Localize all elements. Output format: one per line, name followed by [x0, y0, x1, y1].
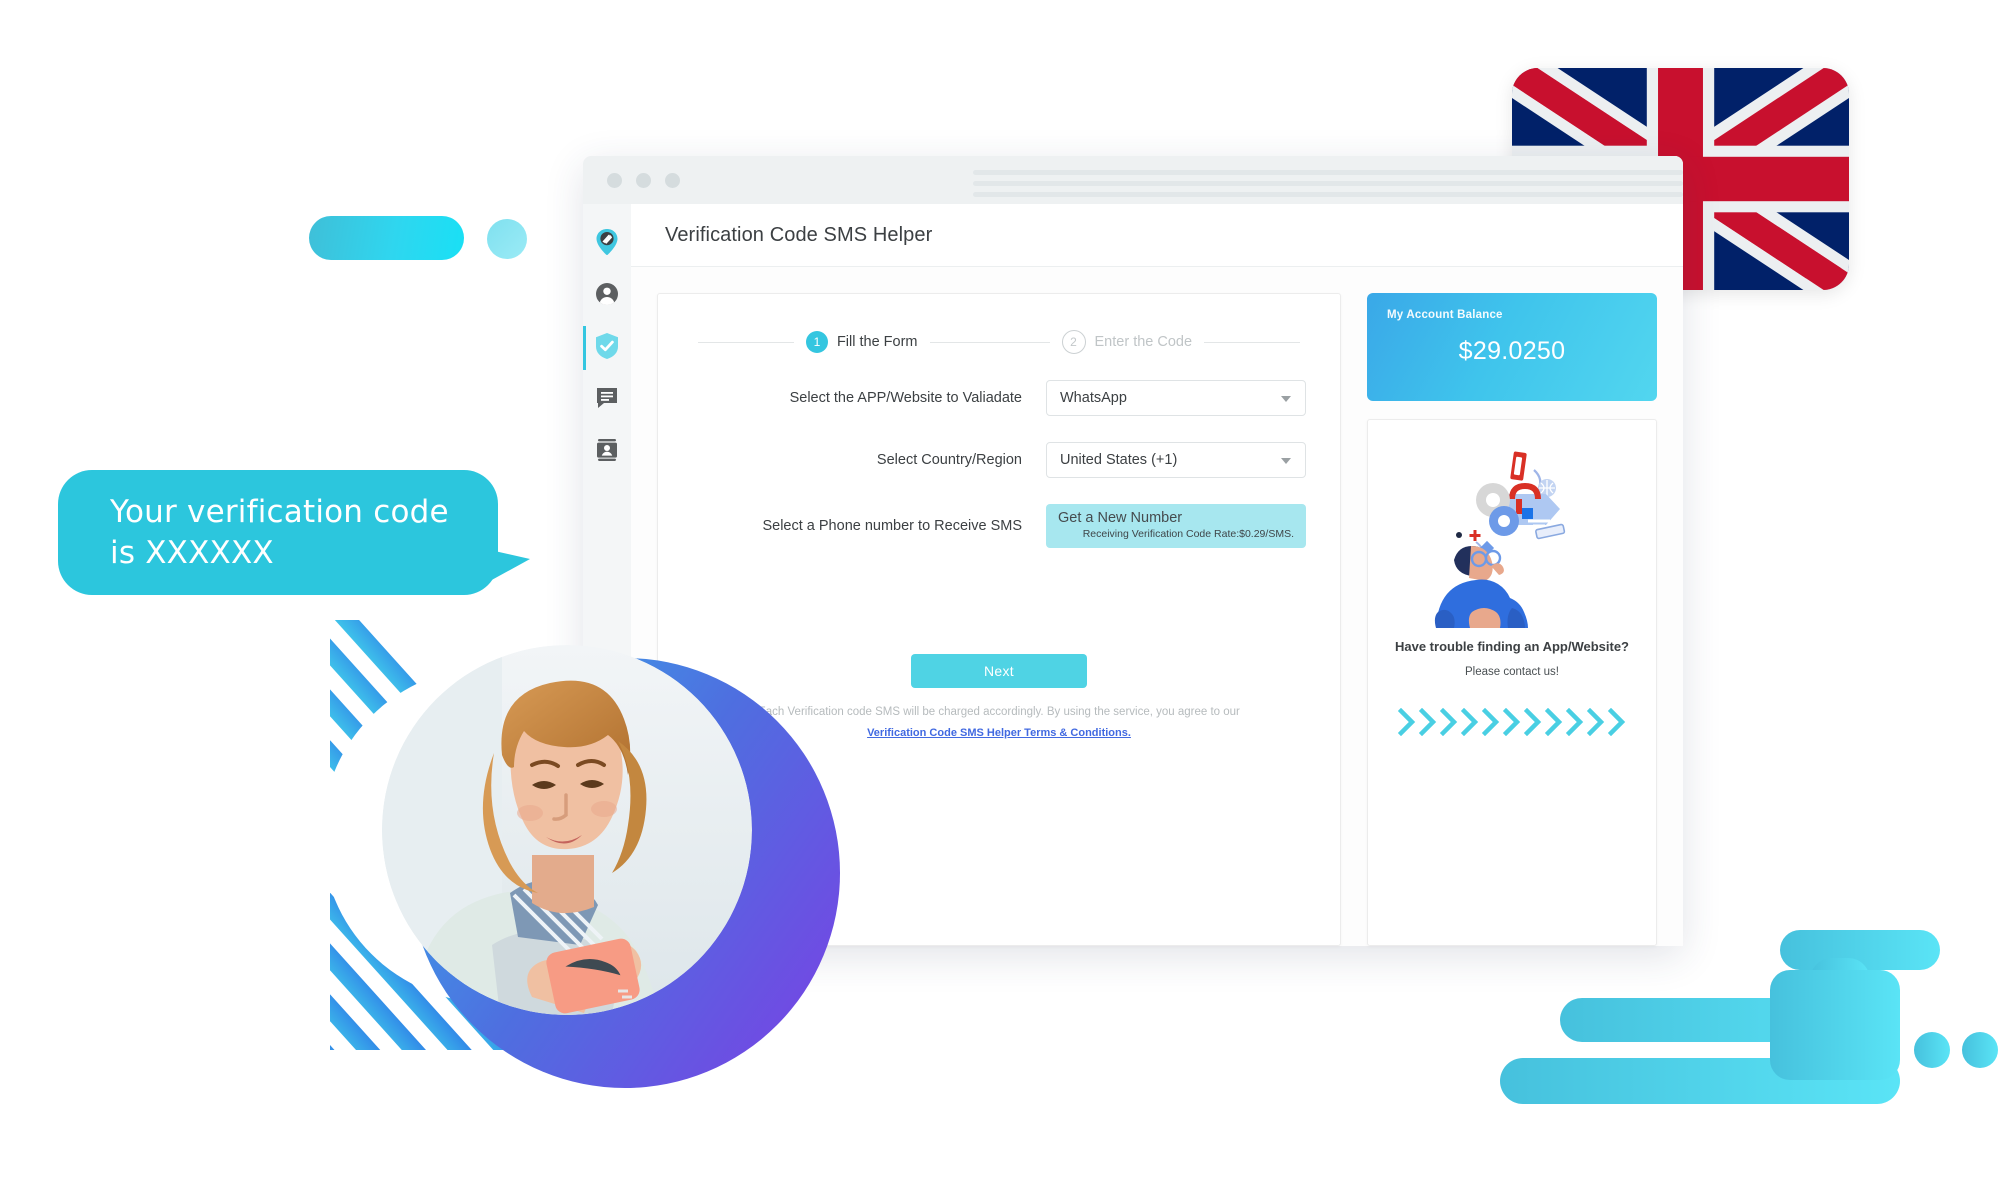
step-1-number: 1	[805, 331, 828, 353]
get-new-number-title: Get a New Number	[1058, 510, 1183, 526]
chevron-right-icon	[1607, 708, 1625, 736]
sms-speech-bubble: Your verification code is XXXXXX	[58, 470, 498, 595]
app-select-value: WhatsApp	[1060, 390, 1127, 406]
step-1-label: Fill the Form	[836, 334, 918, 350]
chevron-right-icon	[1523, 708, 1541, 736]
step-fill-the-form[interactable]: 1 Fill the Form	[794, 331, 930, 353]
address-line-2	[973, 181, 1683, 186]
app-topbar: Verification Code SMS Helper	[631, 204, 1683, 267]
sms-bubble-tail	[468, 545, 530, 593]
get-new-number-button[interactable]: Get a New Number Receiving Verification …	[1046, 504, 1306, 548]
browser-chrome-bar	[583, 156, 1683, 204]
help-subtitle: Please contact us!	[1465, 666, 1559, 678]
thinking-person-illustration	[1416, 442, 1608, 633]
page-title: Verification Code SMS Helper	[665, 223, 933, 246]
chevron-arrow-row	[1397, 708, 1627, 736]
terms-and-conditions-link[interactable]: Verification Code SMS Helper Terms & Con…	[867, 727, 1131, 739]
balance-value: $29.0250	[1458, 337, 1566, 365]
window-minimize-dot[interactable]	[636, 172, 651, 188]
stepper: 1 Fill the Form 2 Enter the Code	[692, 322, 1306, 380]
form-row-country: Select Country/Region United States (+1)	[692, 442, 1306, 478]
country-select-dropdown[interactable]: United States (+1)	[1046, 442, 1306, 478]
shield-check-icon	[595, 332, 619, 364]
window-maximize-dot[interactable]	[665, 172, 680, 188]
user-avatar-icon	[595, 282, 619, 311]
stepper-line-left	[697, 341, 794, 343]
woman-using-phone-photo	[382, 645, 752, 1015]
country-select-label: Select Country/Region	[876, 452, 1022, 468]
sidebar-item-verification[interactable]	[583, 322, 631, 374]
address-line-3	[973, 192, 1683, 197]
sidebar-item-logo-pin[interactable]	[583, 218, 631, 270]
decorative-circle-shape	[487, 219, 527, 259]
right-column: My Account Balance $29.0250 Have trouble…	[1367, 293, 1657, 946]
sms-bubble-line-2: is XXXXXX	[110, 534, 274, 571]
form-row-app: Select the APP/Website to Valiadate What…	[692, 380, 1306, 416]
chevron-down-icon	[1281, 396, 1291, 402]
chat-bubble-icon	[595, 386, 619, 415]
account-balance-card: My Account Balance $29.0250	[1367, 293, 1657, 401]
phone-select-label: Select a Phone number to Receive SMS	[762, 518, 1022, 534]
window-controls[interactable]	[607, 172, 680, 188]
sms-bubble-line-1: Your verification code	[110, 493, 449, 530]
sms-bubble-text: Your verification code is XXXXXX	[58, 492, 449, 574]
app-select-label: Select the APP/Website to Valiadate	[789, 390, 1022, 406]
decorative-blob-shape	[1480, 910, 2000, 1160]
chevron-right-icon	[1586, 708, 1604, 736]
location-pin-icon	[596, 228, 618, 260]
chevron-right-icon	[1565, 708, 1583, 736]
sidebar-item-contacts[interactable]	[583, 426, 631, 478]
address-line-1	[973, 170, 1683, 175]
chevron-right-icon	[1397, 708, 1415, 736]
chevron-right-icon	[1502, 708, 1520, 736]
help-card: Have trouble finding an App/Website? Ple…	[1367, 419, 1657, 946]
chevron-down-icon	[1281, 458, 1291, 464]
step-enter-the-code[interactable]: 2 Enter the Code	[1050, 330, 1205, 354]
chevron-right-icon	[1418, 708, 1436, 736]
contact-card-icon	[595, 438, 619, 467]
photo-decoration	[330, 620, 850, 1100]
next-button[interactable]: Next	[911, 654, 1087, 688]
decorative-pill-shape	[309, 216, 464, 260]
chevron-right-icon	[1460, 708, 1478, 736]
stepper-line-mid	[929, 341, 1050, 343]
get-new-number-rate: Receiving Verification Code Rate:$0.29/S…	[1082, 528, 1294, 540]
help-title: Have trouble finding an App/Website?	[1394, 639, 1629, 654]
stepper-line-right	[1204, 341, 1301, 343]
address-bar-placeholder[interactable]	[973, 170, 1683, 203]
chevron-right-icon	[1439, 708, 1457, 736]
sidebar-item-account[interactable]	[583, 270, 631, 322]
sidebar-item-messages[interactable]	[583, 374, 631, 426]
chevron-right-icon	[1481, 708, 1499, 736]
form-row-phone: Select a Phone number to Receive SMS Get…	[692, 504, 1306, 548]
country-select-value: United States (+1)	[1060, 452, 1178, 468]
app-select-dropdown[interactable]: WhatsApp	[1046, 380, 1306, 416]
window-close-dot[interactable]	[607, 172, 622, 188]
step-2-label: Enter the Code	[1094, 334, 1193, 350]
step-2-number: 2	[1061, 330, 1086, 354]
balance-label: My Account Balance	[1387, 309, 1503, 321]
chevron-right-icon	[1544, 708, 1562, 736]
screenshot-stage: Your verification code is XXXXXX Verific…	[0, 0, 2000, 1200]
